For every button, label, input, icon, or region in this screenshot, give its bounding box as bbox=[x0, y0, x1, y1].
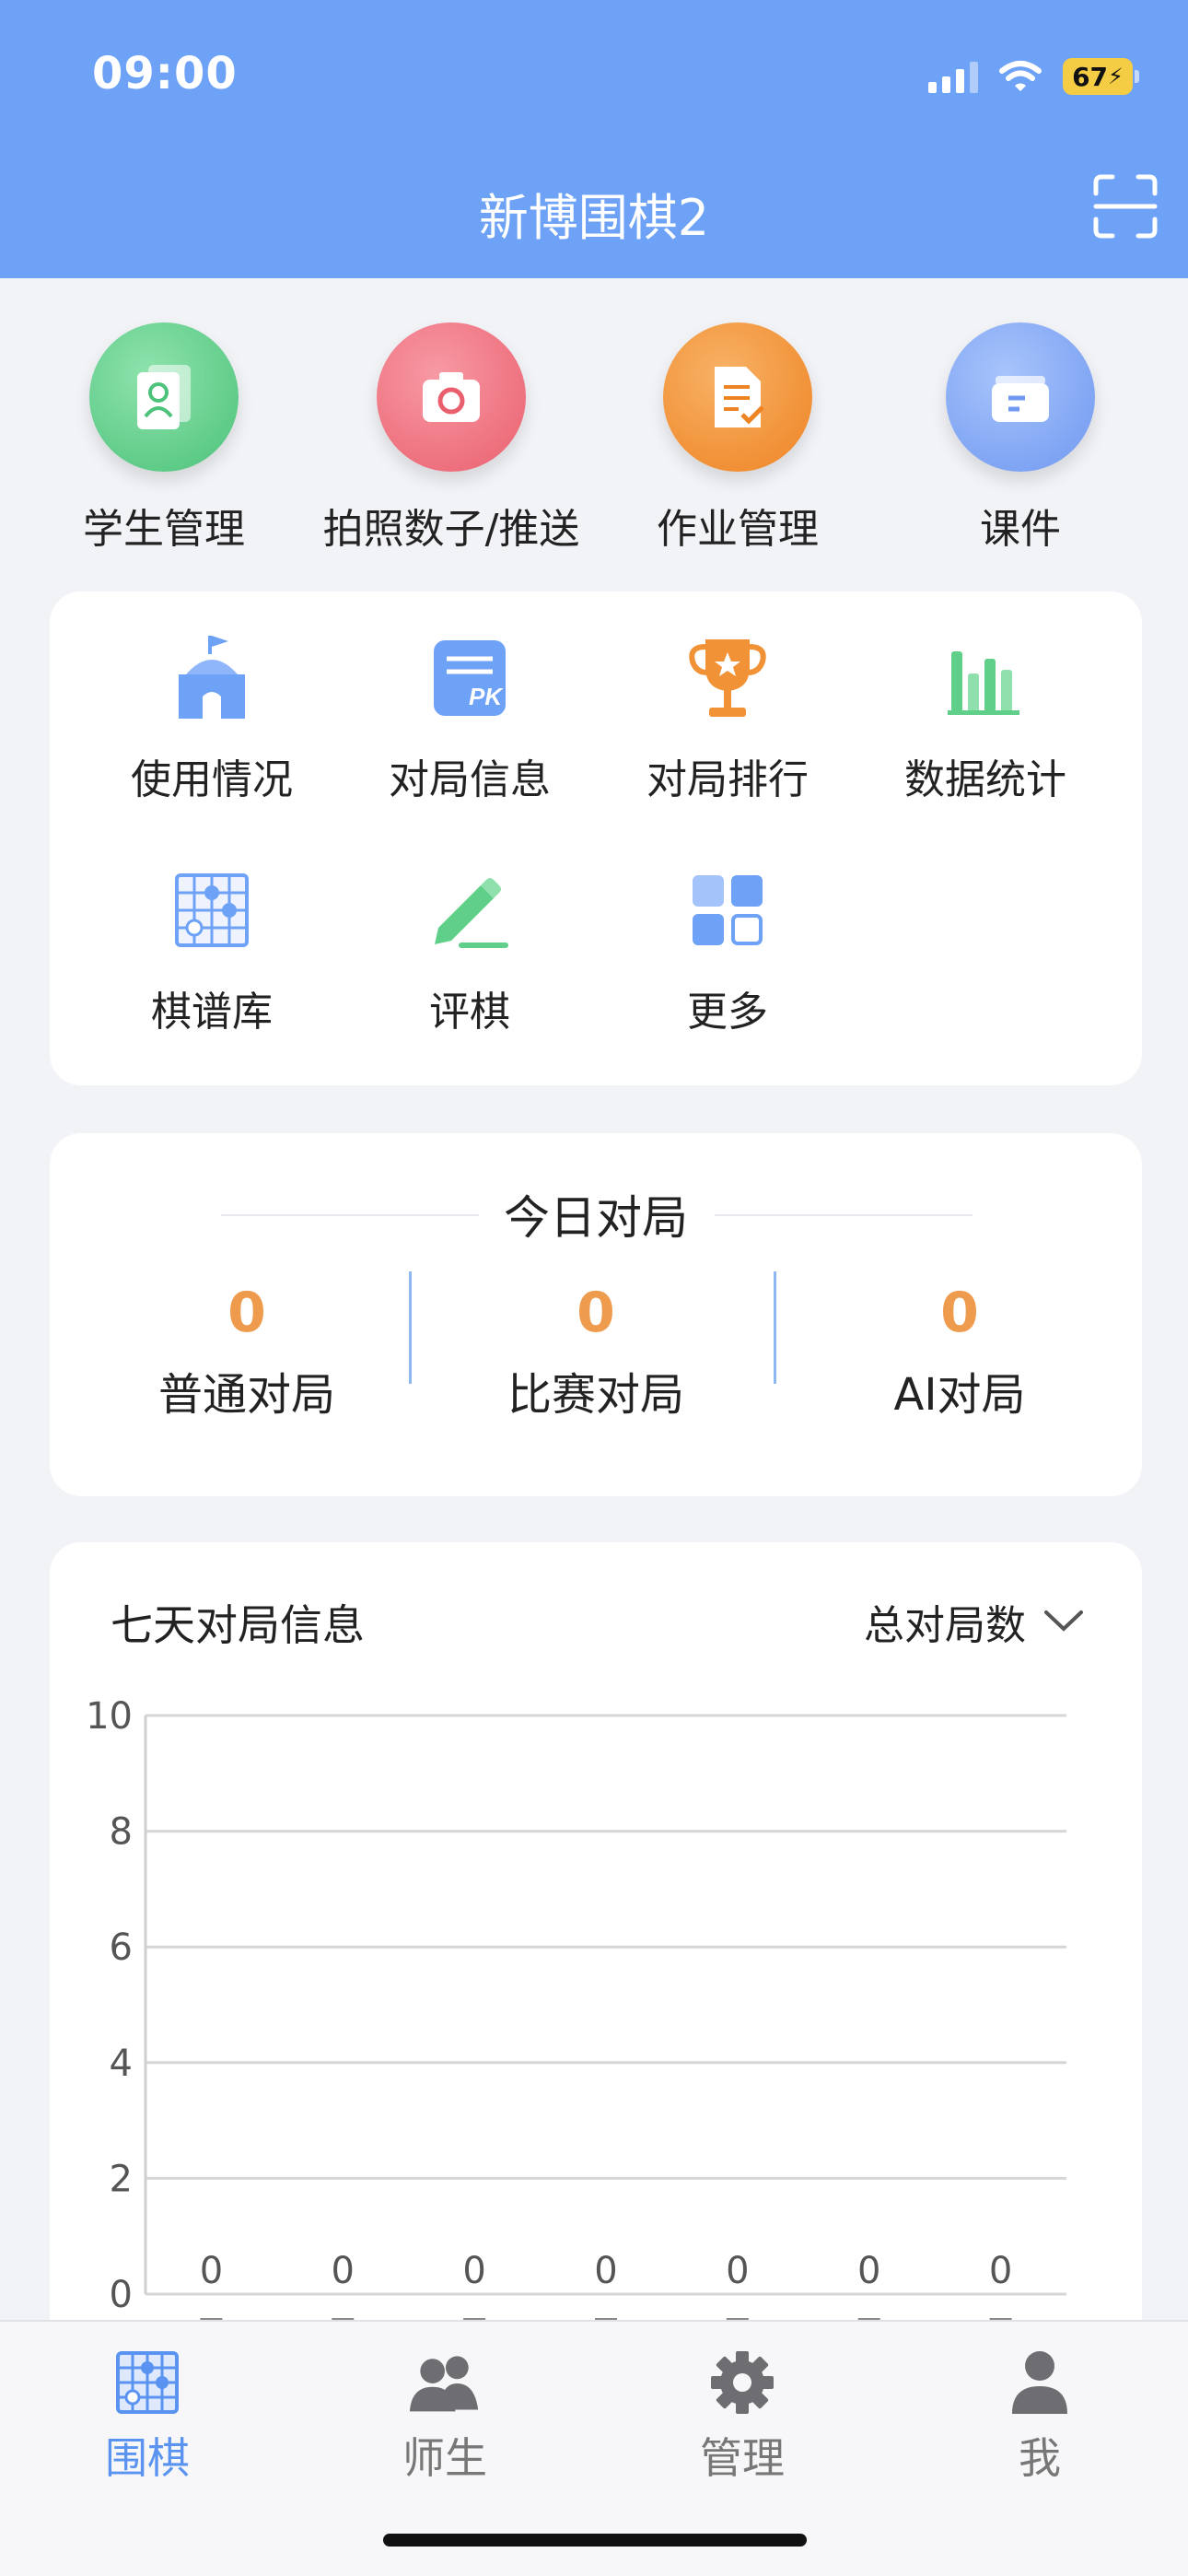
quick-label: 拍照数子/推送 bbox=[322, 506, 580, 553]
go-board-icon bbox=[111, 2348, 184, 2418]
feature-label: 数据统计 bbox=[904, 756, 1066, 803]
today-header: 今日对局 bbox=[50, 1181, 1142, 1245]
tab-label: 师生 bbox=[402, 2433, 487, 2483]
quick-student-management[interactable]: 学生管理 bbox=[26, 322, 302, 555]
y-tick-label: 10 bbox=[86, 1695, 133, 1738]
tab-label: 管理 bbox=[700, 2433, 785, 2483]
feature-game-ranking[interactable]: 对局排行 bbox=[599, 632, 856, 805]
feature-label: 更多 bbox=[687, 989, 768, 1036]
battery-level: 67 bbox=[1072, 61, 1109, 92]
tab-management[interactable]: 管理 bbox=[650, 2348, 834, 2486]
quick-label: 作业管理 bbox=[657, 506, 819, 553]
wifi-icon bbox=[999, 61, 1042, 91]
camera-icon bbox=[377, 322, 526, 472]
feature-data-stats[interactable]: 数据统计 bbox=[856, 632, 1114, 805]
divider bbox=[715, 1214, 973, 1216]
feature-usage[interactable]: 使用情况 bbox=[83, 632, 341, 805]
y-tick-label: 4 bbox=[110, 2043, 133, 2085]
school-icon bbox=[166, 632, 258, 724]
tab-go[interactable]: 围棋 bbox=[55, 2348, 239, 2486]
y-tick-label: 2 bbox=[110, 2158, 133, 2200]
bar-value-label: 0 bbox=[989, 2250, 1012, 2292]
today-title: 今日对局 bbox=[504, 1191, 688, 1245]
student-card-icon bbox=[89, 322, 239, 472]
quick-courseware[interactable]: 课件 bbox=[882, 322, 1159, 555]
pk-icon: PK bbox=[424, 632, 516, 724]
battery-icon: 67 ⚡ bbox=[1063, 58, 1139, 95]
go-board-icon bbox=[166, 864, 258, 956]
stat-ai-games[interactable]: 0 AI对局 bbox=[794, 1281, 1125, 1423]
feature-game-info[interactable]: PK 对局信息 bbox=[341, 632, 599, 805]
signal-icon bbox=[928, 60, 978, 93]
stat-match-games[interactable]: 0 比赛对局 bbox=[430, 1281, 762, 1423]
bar-value-label: 0 bbox=[857, 2250, 880, 2292]
person-icon bbox=[1003, 2348, 1077, 2418]
app-header: 09:00 67 ⚡ 新博围棋2 bbox=[0, 0, 1188, 278]
feature-label: 使用情况 bbox=[131, 756, 293, 803]
divider bbox=[774, 1271, 776, 1384]
stat-value: 0 bbox=[577, 1281, 615, 1345]
home-indicator bbox=[383, 2534, 807, 2547]
tab-label: 围棋 bbox=[105, 2433, 190, 2483]
tab-me[interactable]: 我 bbox=[948, 2348, 1132, 2486]
bar-chart-icon bbox=[939, 632, 1031, 724]
courseware-folder-icon bbox=[946, 322, 1095, 472]
page-title: 新博围棋2 bbox=[478, 189, 710, 247]
bar-value-label: 0 bbox=[594, 2250, 617, 2292]
feature-grid-card: 使用情况 PK 对局信息 对局排行 数据统计 棋谱库 评棋 更多 bbox=[50, 591, 1142, 1085]
quick-photo-count[interactable]: 拍照数子/推送 bbox=[313, 322, 589, 555]
status-time: 09:00 bbox=[92, 48, 238, 100]
y-tick-label: 8 bbox=[110, 1811, 133, 1854]
feature-label: 评棋 bbox=[429, 989, 510, 1036]
bar-value-label: 0 bbox=[332, 2250, 355, 2292]
stat-label: AI对局 bbox=[893, 1369, 1026, 1421]
feature-game-records[interactable]: 棋谱库 bbox=[83, 864, 341, 1037]
quick-homework-management[interactable]: 作业管理 bbox=[600, 322, 876, 555]
feature-label: 对局排行 bbox=[646, 756, 809, 803]
feature-label: 对局信息 bbox=[389, 756, 551, 803]
bar-value-label: 0 bbox=[200, 2250, 223, 2292]
trophy-icon bbox=[681, 632, 774, 724]
y-tick-label: 0 bbox=[110, 2274, 133, 2316]
stat-label: 普通对局 bbox=[157, 1369, 335, 1421]
stat-normal-games[interactable]: 0 普通对局 bbox=[81, 1281, 413, 1423]
stat-value: 0 bbox=[940, 1281, 979, 1345]
quick-actions: 学生管理 拍照数子/推送 作业管理 课件 bbox=[0, 322, 1188, 562]
scan-icon[interactable] bbox=[1092, 173, 1159, 240]
status-icons: 67 ⚡ bbox=[928, 53, 1139, 100]
homework-doc-icon bbox=[663, 322, 812, 472]
bar-value-label: 0 bbox=[462, 2250, 485, 2292]
feature-more[interactable]: 更多 bbox=[599, 864, 856, 1037]
tab-label: 我 bbox=[1019, 2433, 1061, 2483]
stat-label: 比赛对局 bbox=[507, 1369, 684, 1421]
quick-label: 学生管理 bbox=[83, 506, 245, 553]
feature-label: 棋谱库 bbox=[151, 989, 273, 1036]
gear-icon bbox=[705, 2348, 779, 2418]
tab-teachers-students[interactable]: 师生 bbox=[353, 2348, 537, 2486]
feature-review-game[interactable]: 评棋 bbox=[341, 864, 599, 1037]
grid-more-icon bbox=[681, 864, 774, 956]
pencil-edit-icon bbox=[424, 864, 516, 956]
people-icon bbox=[408, 2348, 482, 2418]
svg-text:PK: PK bbox=[469, 683, 504, 710]
y-tick-label: 6 bbox=[110, 1926, 133, 1969]
divider bbox=[409, 1271, 412, 1384]
today-games-card: 今日对局 0 普通对局 0 比赛对局 0 AI对局 bbox=[50, 1133, 1142, 1496]
quick-label: 课件 bbox=[980, 506, 1061, 553]
bar-value-label: 0 bbox=[726, 2250, 749, 2292]
stat-value: 0 bbox=[227, 1281, 266, 1345]
